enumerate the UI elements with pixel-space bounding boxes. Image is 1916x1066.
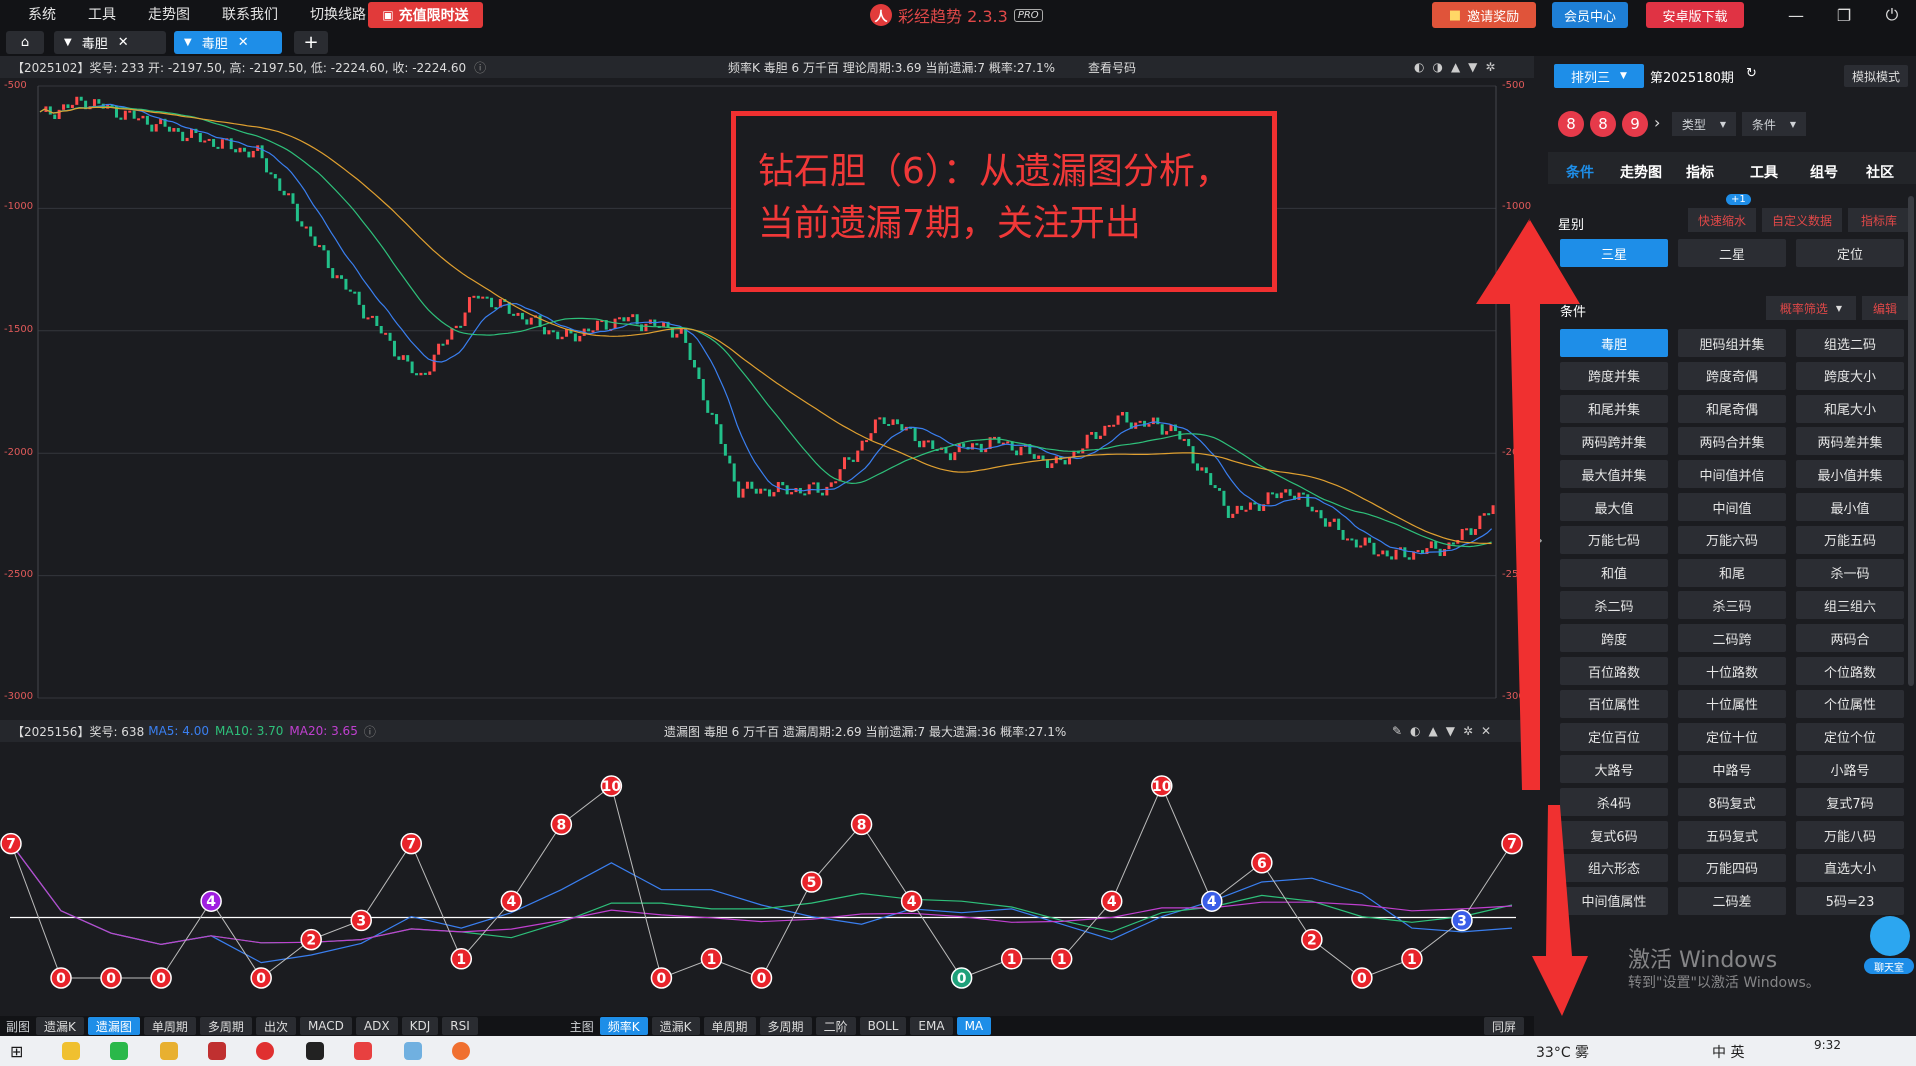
taskbar: ⊞ 33°C 雾 中 英 9:32	[0, 1036, 1916, 1066]
notes-icon[interactable]	[404, 1042, 422, 1060]
clock-text: 9:32	[1814, 1038, 1841, 1052]
app-icon[interactable]	[208, 1042, 226, 1060]
weather-text: 33°C 雾	[1536, 1045, 1590, 1061]
caijing-icon[interactable]	[256, 1042, 274, 1060]
file-explorer-icon[interactable]	[62, 1042, 80, 1060]
wps-icon[interactable]	[354, 1042, 372, 1060]
chrome-icon[interactable]	[160, 1042, 178, 1060]
windows-start-icon[interactable]: ⊞	[10, 1042, 23, 1061]
arrow-up-icon	[1476, 220, 1580, 790]
arrow-overlay	[1476, 218, 1588, 1016]
wechat-icon[interactable]	[110, 1042, 128, 1060]
arrow-down-icon	[1532, 805, 1588, 1016]
browser-icon[interactable]	[452, 1042, 470, 1060]
ime-text[interactable]: 中 英	[1712, 1042, 1744, 1062]
qq-icon[interactable]	[306, 1042, 324, 1060]
